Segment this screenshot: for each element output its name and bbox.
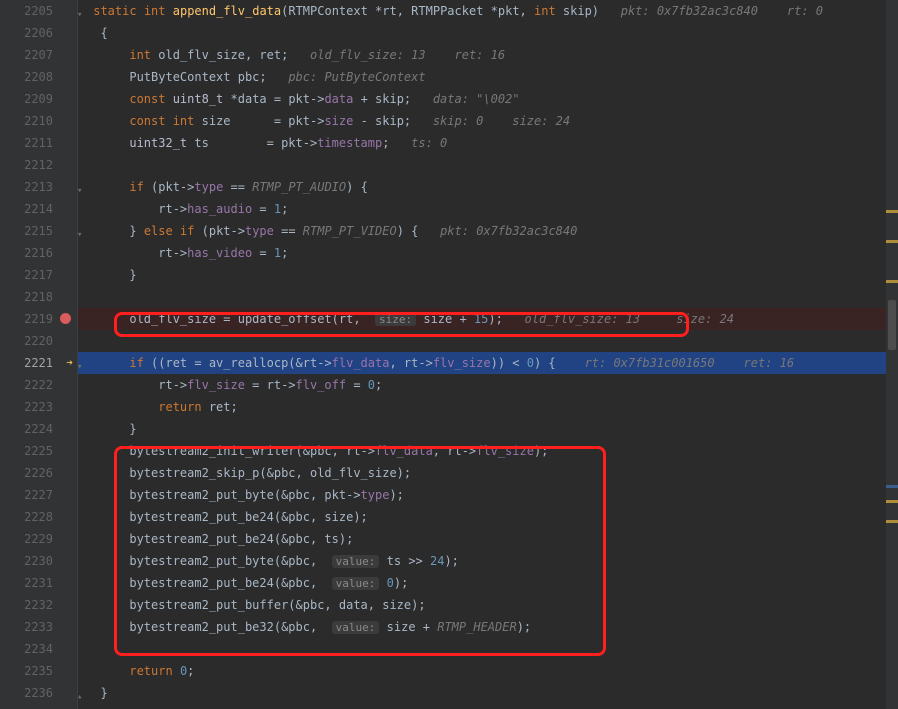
- line-number[interactable]: 2212: [0, 154, 77, 176]
- exec-line-number[interactable]: 2221: [0, 352, 77, 374]
- line-number[interactable]: 2218: [0, 286, 77, 308]
- code-line[interactable]: [78, 286, 898, 308]
- vertical-scrollbar[interactable]: [886, 0, 898, 709]
- breakpoint-code-line[interactable]: old_flv_size = update_offset(rt, size: s…: [78, 308, 898, 330]
- code-line[interactable]: {: [78, 22, 898, 44]
- fold-icon[interactable]: ▾: [78, 224, 87, 234]
- line-number[interactable]: 2226: [0, 462, 77, 484]
- code-line[interactable]: return 0;: [78, 660, 898, 682]
- line-number[interactable]: 2233: [0, 616, 77, 638]
- line-number[interactable]: 2223: [0, 396, 77, 418]
- fold-icon[interactable]: ▾: [78, 180, 87, 190]
- code-line[interactable]: [78, 330, 898, 352]
- line-number[interactable]: 2206: [0, 22, 77, 44]
- line-number[interactable]: 2214: [0, 198, 77, 220]
- line-number[interactable]: 2222: [0, 374, 77, 396]
- line-number[interactable]: 2232: [0, 594, 77, 616]
- code-line[interactable]: }: [78, 264, 898, 286]
- code-line[interactable]: bytestream2_put_byte(&pbc, pkt->type);: [78, 484, 898, 506]
- scroll-marker[interactable]: [886, 210, 898, 213]
- code-line[interactable]: int old_flv_size, ret; old_flv_size: 13 …: [78, 44, 898, 66]
- line-number[interactable]: 2207: [0, 44, 77, 66]
- line-number[interactable]: 2227: [0, 484, 77, 506]
- scroll-marker[interactable]: [886, 520, 898, 523]
- scroll-marker[interactable]: [886, 500, 898, 503]
- code-editor: 2205 2206 2207 2208 2209 2210 2211 2212 …: [0, 0, 898, 709]
- code-line[interactable]: return ret;: [78, 396, 898, 418]
- scroll-marker[interactable]: [886, 485, 898, 488]
- line-number[interactable]: 2235: [0, 660, 77, 682]
- code-line[interactable]: bytestream2_skip_p(&pbc, old_flv_size);: [78, 462, 898, 484]
- line-number[interactable]: 2216: [0, 242, 77, 264]
- line-number[interactable]: 2209: [0, 88, 77, 110]
- fold-icon[interactable]: ▾: [78, 4, 87, 14]
- code-line[interactable]: rt->flv_size = rt->flv_off = 0;: [78, 374, 898, 396]
- line-number[interactable]: 2210: [0, 110, 77, 132]
- code-line[interactable]: const int size = pkt->size - skip; skip:…: [78, 110, 898, 132]
- line-number[interactable]: 2215: [0, 220, 77, 242]
- code-line[interactable]: bytestream2_put_be32(&pbc, value: size +…: [78, 616, 898, 638]
- code-line[interactable]: bytestream2_put_byte(&pbc, value: ts >> …: [78, 550, 898, 572]
- line-number[interactable]: 2220: [0, 330, 77, 352]
- line-number[interactable]: 2231: [0, 572, 77, 594]
- code-line[interactable]: bytestream2_init_writer(&pbc, rt->flv_da…: [78, 440, 898, 462]
- code-area[interactable]: ▾ static int append_flv_data(RTMPContext…: [78, 0, 898, 709]
- code-line[interactable]: bytestream2_put_be24(&pbc, value: 0);: [78, 572, 898, 594]
- scroll-thumb[interactable]: [888, 300, 896, 350]
- line-number[interactable]: 2234: [0, 638, 77, 660]
- exec-code-line[interactable]: ▾ if ((ret = av_reallocp(&rt->flv_data, …: [78, 352, 898, 374]
- code-line[interactable]: [78, 154, 898, 176]
- code-line[interactable]: [78, 638, 898, 660]
- code-line[interactable]: }: [78, 418, 898, 440]
- line-number[interactable]: 2208: [0, 66, 77, 88]
- breakpoint-line-number[interactable]: 2219: [0, 308, 77, 330]
- line-number[interactable]: 2224: [0, 418, 77, 440]
- code-line[interactable]: uint32_t ts = pkt->timestamp; ts: 0: [78, 132, 898, 154]
- code-line[interactable]: ▾ } else if (pkt->type == RTMP_PT_VIDEO)…: [78, 220, 898, 242]
- line-number[interactable]: 2229: [0, 528, 77, 550]
- code-line[interactable]: PutByteContext pbc; pbc: PutByteContext: [78, 66, 898, 88]
- fold-icon[interactable]: ▴: [78, 686, 87, 696]
- code-line[interactable]: bytestream2_put_be24(&pbc, ts);: [78, 528, 898, 550]
- code-line[interactable]: rt->has_video = 1;: [78, 242, 898, 264]
- code-line[interactable]: ▾ if (pkt->type == RTMP_PT_AUDIO) {: [78, 176, 898, 198]
- line-number[interactable]: 2213: [0, 176, 77, 198]
- line-number[interactable]: 2217: [0, 264, 77, 286]
- line-number[interactable]: 2225: [0, 440, 77, 462]
- line-number[interactable]: 2228: [0, 506, 77, 528]
- fold-icon[interactable]: ▾: [78, 356, 87, 366]
- line-number[interactable]: 2211: [0, 132, 77, 154]
- line-gutter[interactable]: 2205 2206 2207 2208 2209 2210 2211 2212 …: [0, 0, 78, 709]
- scroll-marker[interactable]: [886, 240, 898, 243]
- scroll-marker[interactable]: [886, 280, 898, 283]
- code-line[interactable]: ▴ }: [78, 682, 898, 704]
- code-line[interactable]: const uint8_t *data = pkt->data + skip; …: [78, 88, 898, 110]
- line-number[interactable]: 2236: [0, 682, 77, 704]
- line-number[interactable]: 2205: [0, 0, 77, 22]
- code-line[interactable]: rt->has_audio = 1;: [78, 198, 898, 220]
- line-number[interactable]: 2230: [0, 550, 77, 572]
- code-line[interactable]: ▾ static int append_flv_data(RTMPContext…: [78, 0, 898, 22]
- code-line[interactable]: bytestream2_put_buffer(&pbc, data, size)…: [78, 594, 898, 616]
- code-line[interactable]: bytestream2_put_be24(&pbc, size);: [78, 506, 898, 528]
